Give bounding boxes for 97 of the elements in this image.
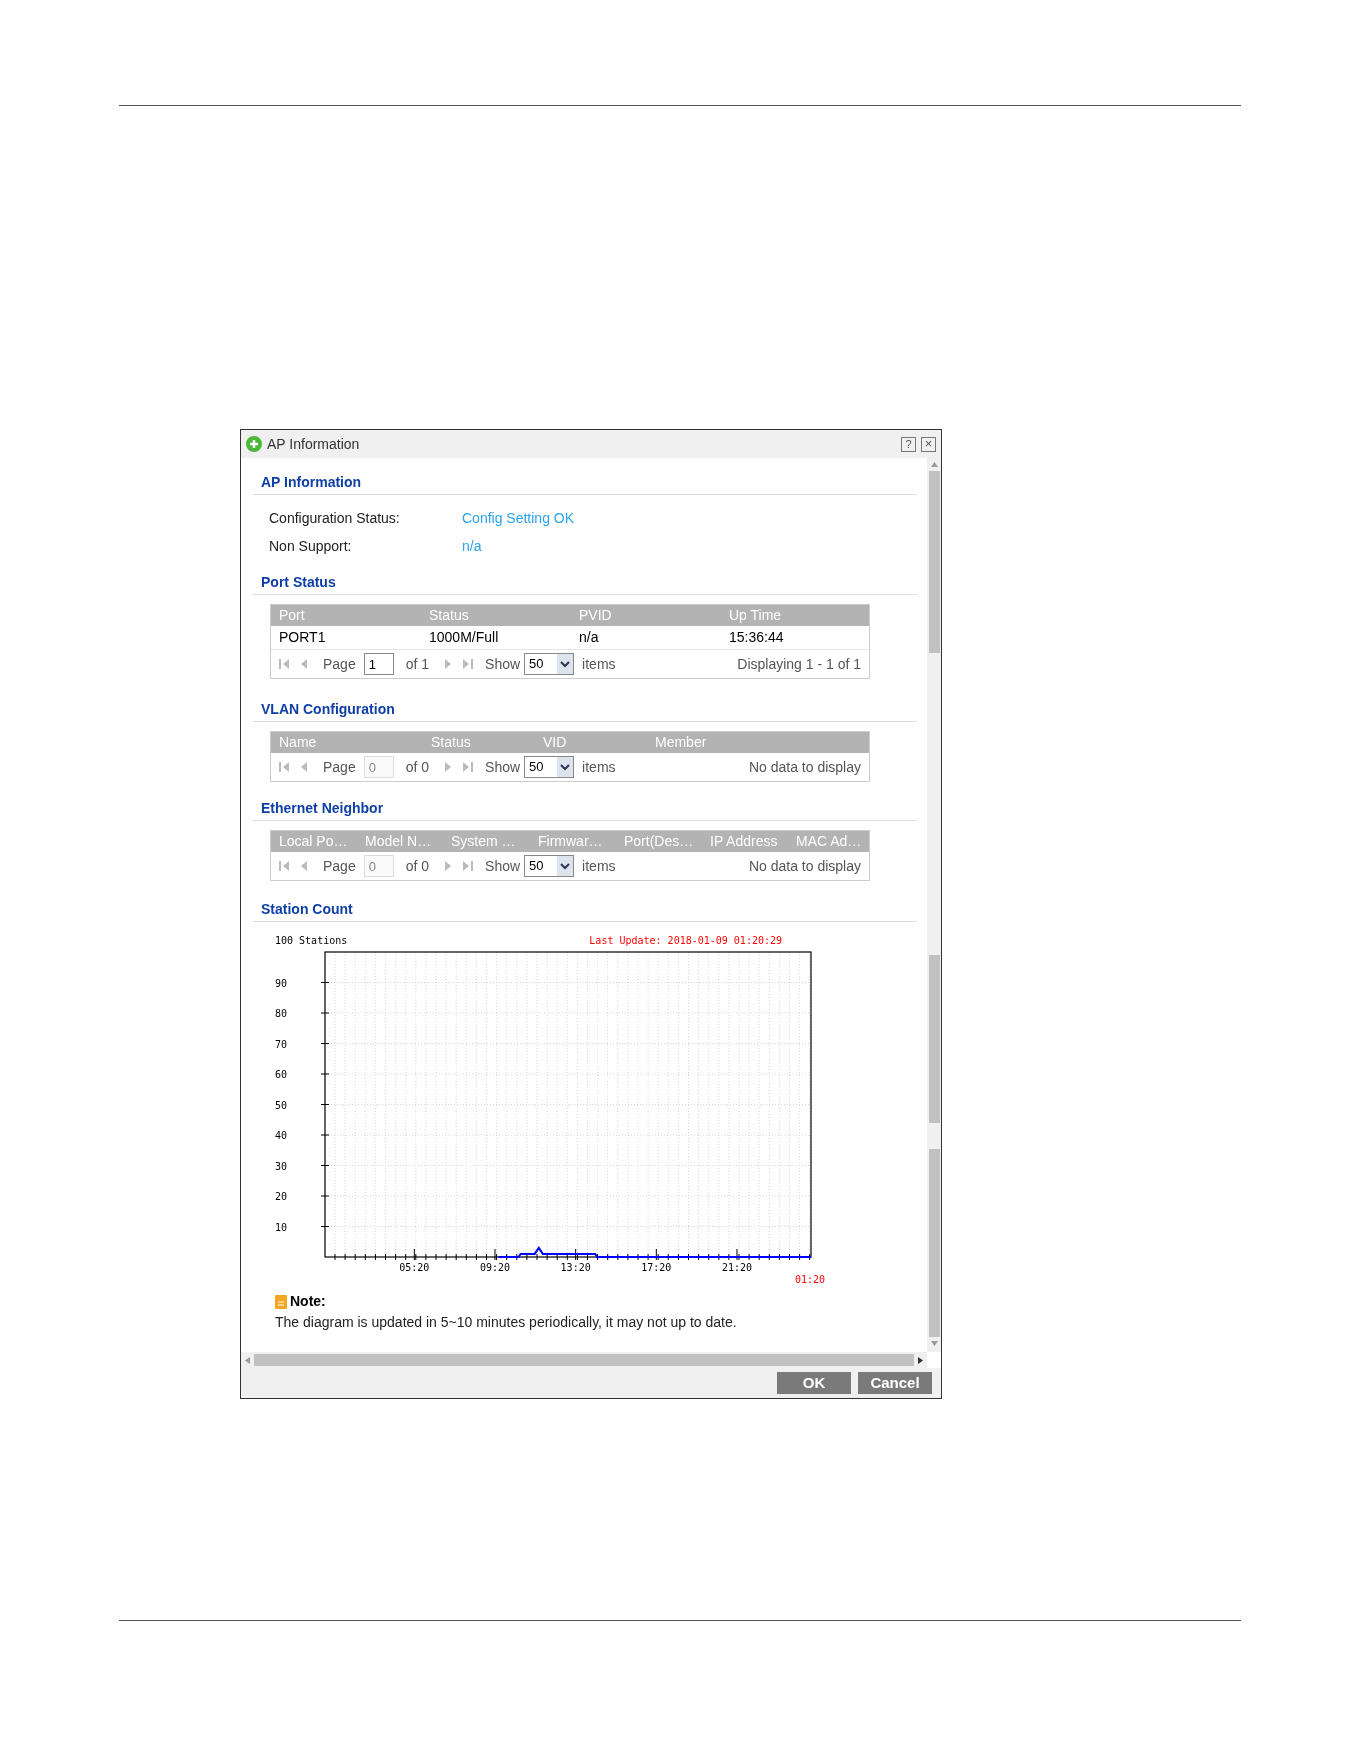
column-header[interactable]: Status — [425, 605, 575, 626]
page-count: of 1 — [405, 654, 430, 674]
pager-summary: No data to display — [748, 856, 861, 876]
show-label: Show — [485, 654, 521, 674]
column-header[interactable]: Local Po… — [275, 831, 361, 852]
scroll-right-icon[interactable] — [918, 1356, 923, 1364]
plus-circle-icon — [246, 436, 262, 452]
previous-page-icon[interactable] — [301, 659, 307, 669]
page-label: Page — [323, 757, 356, 777]
y-tick-label: 30 — [275, 1160, 288, 1172]
scroll-down-icon[interactable] — [930, 1341, 938, 1346]
section-heading: Ethernet Neighbor — [260, 799, 385, 818]
dropdown-icon — [557, 757, 574, 777]
table-cell-text: PORT1 — [278, 628, 327, 647]
column-header[interactable]: Port — [275, 605, 425, 626]
y-tick-label: 80 — [275, 1008, 288, 1019]
y-tick-label: 90 — [275, 977, 288, 989]
column-header[interactable]: Up Time — [725, 605, 865, 626]
horizontal-scrollbar[interactable] — [241, 1352, 927, 1368]
y-tick-label: 40 — [275, 1130, 288, 1141]
dropdown-icon — [557, 654, 574, 674]
column-header[interactable]: MAC Ad… — [792, 831, 865, 852]
first-page-icon[interactable] — [279, 659, 289, 669]
y-tick-label: 50 — [275, 1099, 288, 1111]
vertical-scrollbar[interactable] — [927, 458, 941, 1352]
section-heading: VLAN Configuration — [260, 700, 396, 719]
last-page-icon[interactable] — [463, 861, 474, 871]
page-count: of 0 — [405, 856, 430, 876]
table-cell-text: n/a — [578, 628, 600, 647]
column-header[interactable]: Model N… — [361, 831, 447, 852]
section-heading: Port Status — [260, 573, 337, 592]
dialog-title: AP Information — [267, 434, 360, 454]
next-page-icon[interactable] — [445, 659, 452, 669]
first-page-icon[interactable] — [279, 861, 289, 871]
scrollbar-thumb[interactable] — [928, 471, 940, 653]
last-update-label: Last Update: 2018-01-09 01:20:29 — [589, 935, 782, 946]
y-tick-label: 20 — [275, 1191, 288, 1202]
column-header[interactable]: System … — [447, 831, 534, 852]
x-tick-label: 09:20 — [479, 1262, 511, 1273]
field-label: Non Support: — [268, 536, 353, 556]
scroll-up-icon[interactable] — [930, 462, 938, 467]
column-header[interactable]: Port(Des… — [620, 831, 706, 852]
previous-page-icon[interactable] — [301, 861, 307, 871]
y-tick-label: 10 — [275, 1221, 288, 1233]
section-heading: Station Count — [260, 900, 354, 919]
column-header[interactable]: IP Address — [706, 831, 792, 852]
items-label: items — [582, 856, 616, 876]
page-size-select[interactable]: 50 — [524, 756, 575, 778]
column-header[interactable]: VID — [539, 732, 651, 753]
field-value: n/a — [462, 536, 482, 556]
help-button[interactable]: ? — [901, 436, 916, 452]
y-tick-label: 60 — [275, 1069, 288, 1080]
last-page-icon[interactable] — [463, 659, 474, 669]
y-tick-label: 70 — [275, 1038, 288, 1050]
table-cell-text: 1000M/Full — [428, 628, 500, 647]
last-page-icon[interactable] — [463, 762, 474, 772]
previous-page-icon[interactable] — [301, 762, 307, 772]
page-size-select[interactable]: 50 — [524, 653, 575, 675]
column-header[interactable]: Firmwar… — [534, 831, 620, 852]
field-label: Configuration Status: — [268, 508, 401, 528]
next-page-icon[interactable] — [445, 762, 452, 772]
column-header[interactable]: Member — [651, 732, 865, 753]
y-axis-title: 100 Stations — [275, 935, 348, 946]
page-field[interactable]: 1 — [363, 653, 394, 675]
note-title: Note: — [290, 1292, 326, 1311]
x-tick-label: 21:20 — [721, 1262, 753, 1273]
x-tick-label: 13:20 — [560, 1262, 591, 1273]
next-page-icon[interactable] — [445, 861, 452, 871]
pager-summary: No data to display — [748, 757, 861, 777]
close-button[interactable]: × — [921, 436, 936, 452]
x-tick-label: 17:20 — [641, 1262, 672, 1273]
pager-summary: Displaying 1 - 1 of 1 — [737, 654, 861, 674]
scrollbar-thumb[interactable] — [928, 955, 940, 1123]
show-label: Show — [485, 757, 521, 777]
page-label: Page — [323, 654, 356, 674]
scrollbar-thumb[interactable] — [928, 1149, 940, 1337]
scroll-left-icon[interactable] — [245, 1356, 250, 1364]
ok-button[interactable]: OK — [777, 1372, 851, 1394]
page-label: Page — [323, 856, 356, 876]
column-header[interactable]: Status — [427, 732, 539, 753]
note-text: The diagram is updated in 5~10 minutes periodically, it may not up to date. — [275, 1313, 738, 1332]
section-heading: AP Information — [260, 473, 363, 492]
dropdown-icon — [557, 856, 574, 876]
column-header[interactable]: PVID — [575, 605, 725, 626]
x-tick-label: 05:20 — [399, 1262, 430, 1273]
cancel-button[interactable]: Cancel — [858, 1372, 932, 1394]
table-cell-text: 15:36:44 — [728, 628, 785, 647]
note-icon — [275, 1294, 287, 1309]
items-label: items — [582, 654, 616, 674]
field-value: Config Setting OK — [462, 508, 575, 528]
first-page-icon[interactable] — [279, 762, 289, 772]
end-time-label: 01:20 — [794, 1274, 825, 1285]
column-header[interactable]: Name — [275, 732, 427, 753]
page-size-select[interactable]: 50 — [524, 855, 575, 877]
show-label: Show — [485, 856, 521, 876]
items-label: items — [582, 757, 616, 777]
page-count: of 0 — [405, 757, 430, 777]
